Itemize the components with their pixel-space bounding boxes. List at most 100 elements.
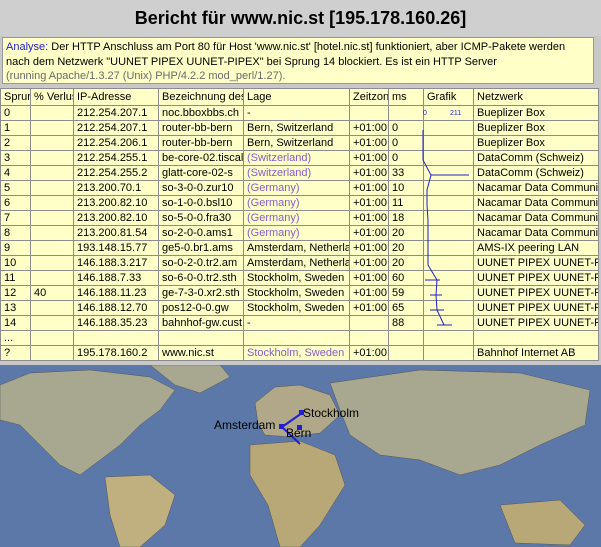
table-row: 12 40 146.188.11.23 ge-7-3-0.xr2.sth Stockho… bbox=[0, 285, 599, 301]
ms-cell: 0 bbox=[388, 120, 424, 136]
col-header-hop: Sprung bbox=[0, 88, 31, 106]
hop-cell: 11 bbox=[0, 270, 31, 286]
location-cell: - bbox=[243, 105, 350, 121]
location-cell: (Germany) bbox=[243, 225, 350, 241]
location-cell: Amsterdam, Netherlands bbox=[243, 240, 350, 256]
server-info: (running Apache/1.3.27 (Unix) PHP/4.2.2 … bbox=[6, 70, 286, 83]
graph-cell bbox=[423, 150, 474, 166]
ms-cell bbox=[388, 105, 424, 121]
loss-cell bbox=[30, 345, 74, 361]
ip-cell: 146.188.12.70 bbox=[73, 300, 159, 316]
hop-cell: 4 bbox=[0, 165, 31, 181]
table-row: 4 212.254.255.2 glatt-core-02-s (Switzerlan… bbox=[0, 165, 599, 181]
node-cell: so-1-0-0.bsl10 bbox=[158, 195, 244, 211]
ms-cell: 0 bbox=[388, 135, 424, 151]
location-cell: (Germany) bbox=[243, 180, 350, 196]
map-label-bern: Bern bbox=[286, 426, 311, 440]
node-cell: so-5-0-0.fra30 bbox=[158, 210, 244, 226]
map-label-amsterdam: Amsterdam bbox=[214, 418, 275, 432]
graph-cell bbox=[423, 195, 474, 211]
network-cell: AMS-IX peering LAN bbox=[473, 240, 599, 256]
table-row: 3 212.254.255.1 be-core-02.tiscali (Switzer… bbox=[0, 150, 599, 166]
hop-cell: ... bbox=[0, 330, 31, 346]
graph-cell bbox=[423, 180, 474, 196]
table-row: 8 213.200.81.54 so-2-0-0.ams1 (Germany) +01:… bbox=[0, 225, 599, 241]
node-cell: so-2-0-0.ams1 bbox=[158, 225, 244, 241]
hop-cell: 0 bbox=[0, 105, 31, 121]
loss-cell bbox=[30, 240, 74, 256]
timezone-cell bbox=[349, 105, 389, 121]
timezone-cell: +01:00 bbox=[349, 165, 389, 181]
timezone-cell: +01:00 bbox=[349, 180, 389, 196]
location-cell: (Switzerland) bbox=[243, 165, 350, 181]
graph-cell bbox=[423, 330, 474, 346]
location-cell: Stockholm, Sweden bbox=[243, 270, 350, 286]
location-cell: (Switzerland) bbox=[243, 150, 350, 166]
location-cell: Bern, Switzerland bbox=[243, 120, 350, 136]
loss-cell bbox=[30, 135, 74, 151]
node-cell: be-core-02.tiscali bbox=[158, 150, 244, 166]
location-cell: Stockholm, Sweden bbox=[243, 300, 350, 316]
loss-cell bbox=[30, 150, 74, 166]
loss-cell: 40 bbox=[30, 285, 74, 301]
graph-cell bbox=[423, 225, 474, 241]
analysis-box: Analyse: Der HTTP Anschluss am Port 80 f… bbox=[2, 37, 594, 84]
graph-cell bbox=[423, 135, 474, 151]
network-cell: Nacamar Data Communications bbox=[473, 210, 599, 226]
ip-cell: 212.254.207.1 bbox=[73, 105, 159, 121]
timezone-cell: +01:00 bbox=[349, 195, 389, 211]
location-cell: Stockholm, Sweden bbox=[243, 345, 350, 361]
col-header-ip: IP-Adresse bbox=[73, 88, 159, 106]
ip-cell: 146.188.3.217 bbox=[73, 255, 159, 271]
traceroute-table: Sprung % Verlust IP-Adresse Bezeichnung … bbox=[0, 88, 599, 361]
loss-cell bbox=[30, 195, 74, 211]
node-cell: router-bb-bern bbox=[158, 120, 244, 136]
hop-cell: ? bbox=[0, 345, 31, 361]
analysis-label: Analyse: bbox=[6, 41, 49, 53]
table-row: 0 212.254.207.1 noc.bboxbbs.ch - Bueplizer B… bbox=[0, 105, 599, 121]
graph-cell bbox=[423, 240, 474, 256]
table-row: 10 146.188.3.217 so-0-2-0.tr2.am Amsterdam,… bbox=[0, 255, 599, 271]
node-cell: so-0-2-0.tr2.am bbox=[158, 255, 244, 271]
loss-cell bbox=[30, 210, 74, 226]
ms-cell: 11 bbox=[388, 195, 424, 211]
network-cell: UUNET PIPEX UUNET-PIPEX bbox=[473, 315, 599, 331]
location-cell: (Germany) bbox=[243, 210, 350, 226]
ms-cell: 0 bbox=[388, 150, 424, 166]
ip-cell bbox=[73, 330, 159, 346]
timezone-cell: +01:00 bbox=[349, 240, 389, 256]
network-cell: Bahnhof Internet AB bbox=[473, 345, 599, 361]
network-cell: UUNET PIPEX UUNET-PIPEX bbox=[473, 285, 599, 301]
node-cell: noc.bboxbbs.ch bbox=[158, 105, 244, 121]
analysis-text: Der HTTP Anschluss am Port 80 für Host '… bbox=[6, 41, 566, 68]
timezone-cell: +01:00 bbox=[349, 150, 389, 166]
graph-cell bbox=[423, 270, 474, 286]
ip-cell: 212.254.255.1 bbox=[73, 150, 159, 166]
table-row: ? 195.178.160.2 www.nic.st Stockholm, Swede… bbox=[0, 345, 599, 361]
table-row: 7 213.200.82.10 so-5-0-0.fra30 (Germany) +01… bbox=[0, 210, 599, 226]
graph-cell bbox=[423, 210, 474, 226]
ms-cell: 20 bbox=[388, 255, 424, 271]
ms-cell bbox=[388, 345, 424, 361]
node-cell: ge-7-3-0.xr2.sth bbox=[158, 285, 244, 301]
node-cell: router-bb-bern bbox=[158, 135, 244, 151]
table-row: 9 193.148.15.77 ge5-0.br1.ams Amsterdam, Ne… bbox=[0, 240, 599, 256]
table-row: 13 146.188.12.70 pos12-0-0.gw Stockholm, Sw… bbox=[0, 300, 599, 316]
node-cell: www.nic.st bbox=[158, 345, 244, 361]
network-cell: UUNET PIPEX UUNET-PIPEX bbox=[473, 255, 599, 271]
marker-amsterdam bbox=[279, 424, 284, 429]
network-cell: UUNET PIPEX UUNET-PIPEX bbox=[473, 270, 599, 286]
loss-cell bbox=[30, 315, 74, 331]
ip-cell: 213.200.70.1 bbox=[73, 180, 159, 196]
graph-cell bbox=[423, 120, 474, 136]
hop-cell: 5 bbox=[0, 180, 31, 196]
hop-cell: 1 bbox=[0, 120, 31, 136]
graph-cell bbox=[423, 345, 474, 361]
map-label-stockholm: Stockholm bbox=[303, 406, 359, 420]
network-cell: Nacamar Data Communications bbox=[473, 180, 599, 196]
location-cell: Amsterdam, Netherlands bbox=[243, 255, 350, 271]
ip-cell: 212.254.206.1 bbox=[73, 135, 159, 151]
loss-cell bbox=[30, 180, 74, 196]
node-cell: ge5-0.br1.ams bbox=[158, 240, 244, 256]
ms-cell: 88 bbox=[388, 315, 424, 331]
